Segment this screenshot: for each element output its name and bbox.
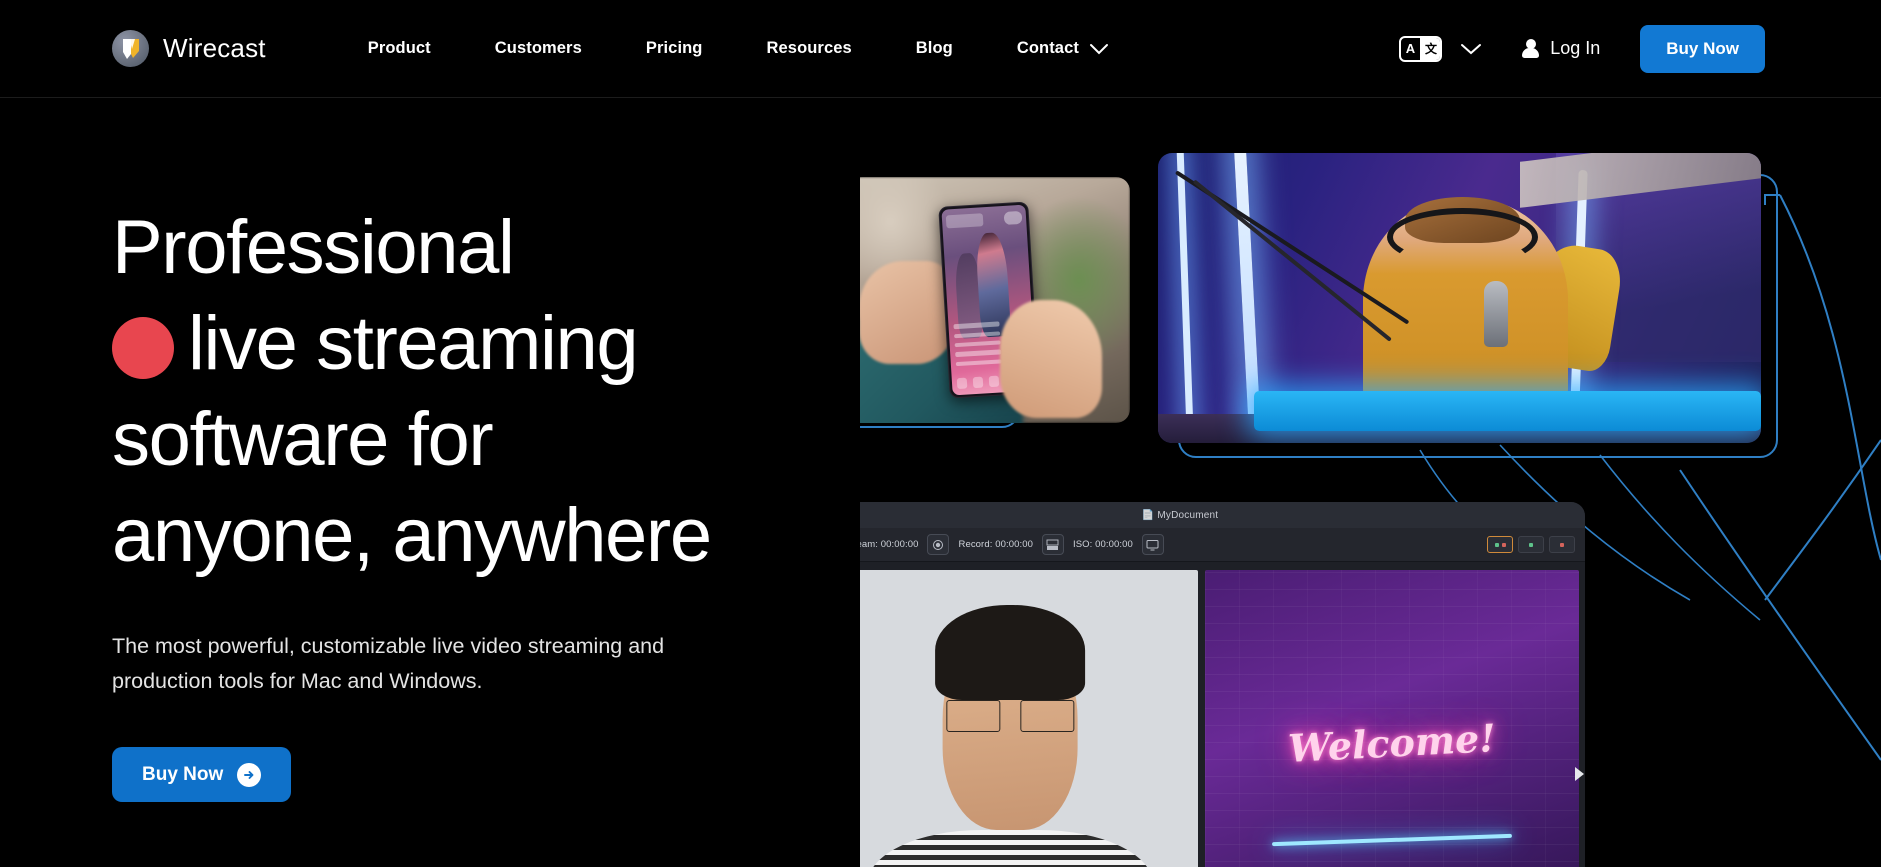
hero-copy: Professional live streaming software for…	[112, 200, 832, 802]
nav-label: Resources	[766, 39, 852, 57]
preview-right-arrow-icon[interactable]	[1575, 767, 1584, 781]
headline-line-3: software for	[112, 397, 494, 482]
subhead-line-1: The most powerful, customizable live vid…	[112, 634, 665, 658]
arrow-right-circle-icon	[237, 762, 262, 787]
brand-logo-link[interactable]: Wirecast	[112, 30, 266, 67]
translate-letter-cjk: 文	[1419, 37, 1441, 60]
iso-recording-icon[interactable]	[1041, 534, 1064, 555]
layout-buttons	[1487, 536, 1575, 553]
nav-item-product[interactable]: Product	[336, 39, 463, 58]
record-circle-icon[interactable]	[927, 534, 950, 555]
user-avatar-icon	[1522, 38, 1540, 59]
preview-source-presenter[interactable]	[860, 570, 1198, 867]
buy-now-hero-button[interactable]: Buy Now	[112, 747, 292, 802]
stream-timer-label: Stream: 00:00:00	[860, 539, 919, 550]
chevron-down-icon	[1460, 43, 1482, 55]
app-document-title: 📄 MyDocument	[860, 510, 1585, 521]
buy-now-header-button[interactable]: Buy Now	[1640, 24, 1765, 73]
nav-item-resources[interactable]: Resources	[735, 39, 884, 58]
nav-label: Product	[367, 39, 431, 57]
nav-label: Customers	[494, 39, 582, 57]
language-selector[interactable]: A 文	[1399, 35, 1482, 62]
nav-item-blog[interactable]: Blog	[884, 39, 985, 58]
headline-line-2-wrapper: live streaming	[112, 296, 832, 392]
record-timer-label: Record: 00:00:00	[958, 539, 1033, 550]
page-title: Professional live streaming software for…	[112, 200, 832, 584]
app-title-label: MyDocument	[1157, 509, 1219, 521]
nav-label: Pricing	[645, 39, 703, 57]
preview-stage: Welcome!	[860, 562, 1585, 867]
translate-icon: A 文	[1399, 35, 1443, 62]
nav-item-pricing[interactable]: Pricing	[614, 39, 735, 58]
nav-item-contact[interactable]: Contact	[985, 39, 1141, 58]
nav-item-customers[interactable]: Customers	[463, 39, 614, 58]
monitor-icon[interactable]	[1141, 534, 1164, 555]
nav-label: Contact	[1016, 39, 1079, 57]
login-link[interactable]: Log In	[1522, 38, 1600, 59]
headline-line-1: Professional	[112, 205, 515, 290]
phone-photo-card	[860, 177, 1130, 423]
layout-button-red[interactable]	[1549, 536, 1575, 553]
wirecast-app-screenshot: 📄MyDocument Stream: 00:00:00 Record: 00:…	[860, 502, 1585, 867]
wirecast-shield-logo-icon	[112, 30, 149, 67]
buy-now-hero-label: Buy Now	[142, 763, 224, 785]
chevron-down-icon	[1089, 43, 1109, 55]
subhead-line-2: production tools for Mac and Windows.	[112, 669, 483, 693]
login-label: Log In	[1550, 38, 1601, 58]
hero-subheadline: The most powerful, customizable live vid…	[112, 629, 752, 699]
site-header: Wirecast Product Customers Pricing Resou…	[0, 0, 1881, 98]
translate-letter-a: A	[1405, 41, 1416, 56]
layout-button-green[interactable]	[1518, 536, 1544, 553]
layout-button-dual[interactable]	[1487, 536, 1513, 553]
streamer-photo-card	[1158, 153, 1761, 443]
app-toolbar: Stream: 00:00:00 Record: 00:00:00 ISO: 0…	[860, 528, 1585, 562]
hero-imagery: 📄MyDocument Stream: 00:00:00 Record: 00:…	[860, 0, 1881, 867]
primary-navigation: Product Customers Pricing Resources Blog…	[336, 39, 1141, 58]
iso-timer-label: ISO: 00:00:00	[1072, 539, 1133, 550]
record-dot-icon	[112, 317, 174, 379]
brand-name: Wirecast	[163, 33, 266, 63]
headline-line-2: live streaming	[188, 301, 639, 386]
nav-label: Blog	[915, 39, 953, 57]
document-icon: 📄	[1141, 509, 1155, 521]
header-actions: A 文 Log In Buy Now	[1399, 24, 1765, 73]
app-titlebar: 📄 MyDocument	[860, 502, 1585, 528]
preview-source-neon-welcome[interactable]: Welcome!	[1204, 570, 1579, 867]
app-main-area: » 0 -3 -6 -9 -12 -18 -24 -30 -36 -42 -48	[860, 562, 1585, 867]
headline-line-4: anyone, anywhere	[112, 493, 712, 578]
